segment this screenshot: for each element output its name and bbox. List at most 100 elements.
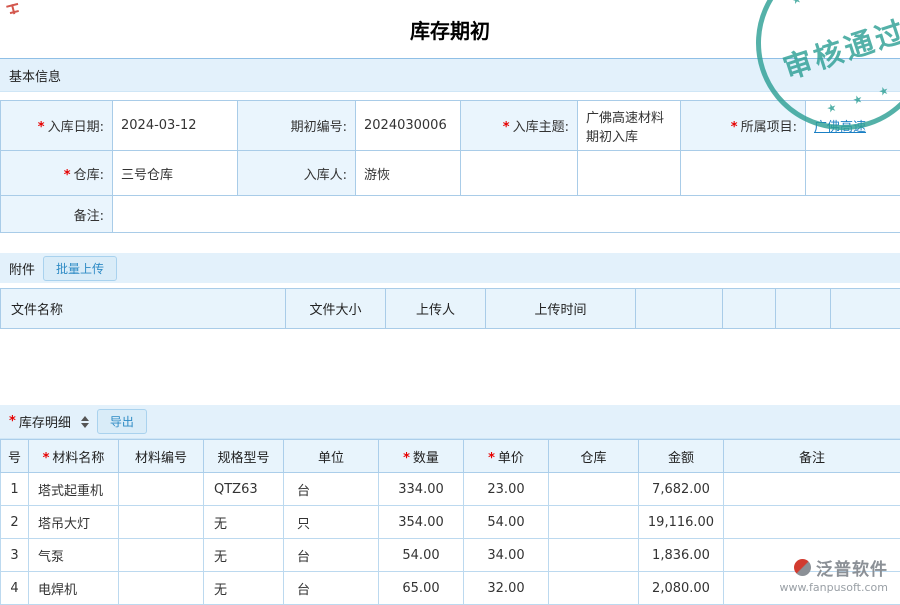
in-date-label-text: 入库日期:	[48, 120, 104, 135]
section-title-attachments: 附件	[9, 259, 35, 278]
watermark: 泛普软件 www.fanpusoft.com	[780, 555, 888, 594]
subject-label-text: 入库主题:	[513, 120, 569, 135]
remark-value	[113, 196, 900, 233]
section-title-inventory-details: 库存明细	[9, 412, 71, 431]
warehouse-value: 三号仓库	[113, 151, 238, 196]
cell-quantity: 334.00	[379, 473, 464, 506]
col-header-remark: 备注	[724, 440, 900, 473]
required-asterisk	[64, 168, 74, 183]
in-person-label-text: 入库人:	[304, 168, 347, 183]
attach-header-upload-time: 上传时间	[486, 289, 636, 329]
project-label: 所属项目:	[681, 101, 806, 151]
required-asterisk	[488, 451, 498, 466]
export-button[interactable]: 导出	[97, 409, 147, 434]
remark-label-text: 备注:	[74, 209, 104, 224]
required-asterisk	[731, 120, 741, 135]
col-header-no: 号	[1, 440, 29, 473]
cell-material-code	[119, 539, 204, 572]
project-link[interactable]: 广佛高速	[814, 120, 866, 135]
cell-no: 2	[1, 506, 29, 539]
col-header-quantity: 数量	[379, 440, 464, 473]
col-header-warehouse: 仓库	[549, 440, 639, 473]
cell-material-name: 塔吊大灯	[29, 506, 119, 539]
attachments-table: 文件名称 文件大小 上传人 上传时间	[0, 288, 900, 329]
cell-amount: 7,682.00	[639, 473, 724, 506]
section-inventory-details: 库存明细 导出	[0, 405, 900, 439]
cell-unit: 只	[284, 506, 379, 539]
cell-remark	[724, 506, 900, 539]
col-header-unit-price: 单价	[464, 440, 549, 473]
cell-warehouse	[549, 539, 639, 572]
batch-upload-button[interactable]: 批量上传	[43, 256, 117, 281]
project-value-cell: 广佛高速	[806, 101, 900, 151]
required-asterisk	[9, 414, 19, 429]
col-header-quantity-text: 数量	[413, 451, 439, 466]
initial-no-label: 期初编号:	[238, 101, 356, 151]
cell-amount: 1,836.00	[639, 539, 724, 572]
warehouse-label: 仓库:	[1, 151, 113, 196]
attach-header-empty	[723, 289, 776, 329]
cell-unit: 台	[284, 473, 379, 506]
cell-unit-price: 23.00	[464, 473, 549, 506]
cell-spec-model: 无	[204, 506, 284, 539]
cell-warehouse	[549, 473, 639, 506]
inventory-details-table: 号 材料名称 材料编号 规格型号 单位 数量 单价 仓库 金额 备注 1 塔式起…	[0, 439, 900, 605]
section-title-basic-info: 基本信息	[9, 66, 61, 85]
empty-cell	[806, 151, 900, 196]
required-asterisk	[403, 451, 413, 466]
attach-header-file-name: 文件名称	[1, 289, 286, 329]
watermark-brand: 泛普软件	[816, 555, 888, 580]
col-header-material-code: 材料编号	[119, 440, 204, 473]
attach-header-file-size: 文件大小	[286, 289, 386, 329]
cell-spec-model: 无	[204, 539, 284, 572]
cell-material-code	[119, 473, 204, 506]
col-header-amount: 金额	[639, 440, 724, 473]
attachments-empty-body	[0, 329, 900, 397]
cell-unit: 台	[284, 539, 379, 572]
project-label-text: 所属项目:	[741, 120, 797, 135]
subject-value: 广佛高速材料期初入库	[578, 101, 681, 151]
cell-material-name: 塔式起重机	[29, 473, 119, 506]
required-asterisk	[38, 120, 48, 135]
table-row: 3 气泵 无 台 54.00 34.00 1,836.00	[1, 539, 900, 572]
watermark-url: www.fanpusoft.com	[780, 581, 888, 594]
col-header-material-name: 材料名称	[29, 440, 119, 473]
remark-label: 备注:	[1, 196, 113, 233]
cell-spec-model: QTZ63	[204, 473, 284, 506]
table-row: 1 塔式起重机 QTZ63 台 334.00 23.00 7,682.00	[1, 473, 900, 506]
basic-info-table: 入库日期: 2024-03-12 期初编号: 2024030006 入库主题: …	[0, 100, 900, 233]
attach-header-uploader: 上传人	[386, 289, 486, 329]
col-header-unit-price-text: 单价	[498, 451, 524, 466]
fanpu-logo-icon	[794, 559, 811, 576]
warehouse-label-text: 仓库:	[74, 168, 104, 183]
cell-material-code	[119, 506, 204, 539]
detail-header-row: 号 材料名称 材料编号 规格型号 单位 数量 单价 仓库 金额 备注	[1, 440, 900, 473]
cell-quantity: 54.00	[379, 539, 464, 572]
initial-no-label-text: 期初编号:	[291, 120, 347, 135]
empty-cell	[578, 151, 681, 196]
col-header-unit: 单位	[284, 440, 379, 473]
cell-warehouse	[549, 506, 639, 539]
page-title: 库存期初	[0, 0, 900, 58]
section-attachments: 附件 批量上传	[0, 253, 900, 283]
attach-header-empty	[636, 289, 723, 329]
cell-material-name: 气泵	[29, 539, 119, 572]
in-person-label: 入库人:	[238, 151, 356, 196]
required-asterisk	[503, 120, 513, 135]
in-date-value: 2024-03-12	[113, 101, 238, 151]
empty-cell	[681, 151, 806, 196]
cell-remark	[724, 473, 900, 506]
col-header-spec-model: 规格型号	[204, 440, 284, 473]
initial-no-value: 2024030006	[356, 101, 461, 151]
cell-amount: 19,116.00	[639, 506, 724, 539]
cell-quantity: 354.00	[379, 506, 464, 539]
cell-no: 1	[1, 473, 29, 506]
cell-unit-price: 34.00	[464, 539, 549, 572]
sort-control-icon[interactable]	[81, 416, 89, 428]
table-row: 2 塔吊大灯 无 只 354.00 54.00 19,116.00	[1, 506, 900, 539]
inventory-details-title-text: 库存明细	[19, 412, 71, 431]
attach-header-empty	[831, 289, 900, 329]
cell-no: 3	[1, 539, 29, 572]
section-basic-info: 基本信息	[0, 58, 900, 92]
in-person-value: 游恢	[356, 151, 461, 196]
